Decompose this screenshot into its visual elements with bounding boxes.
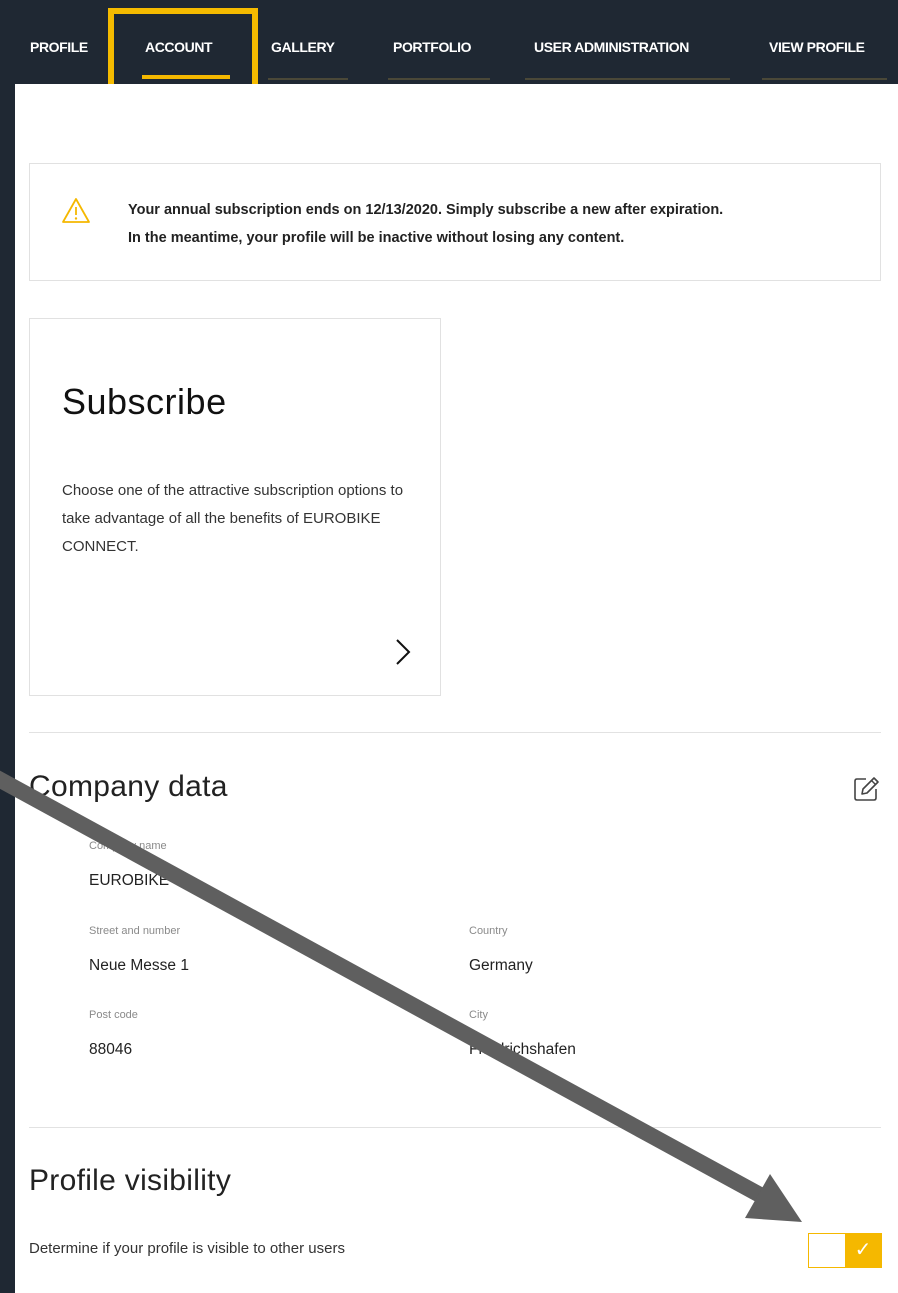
profile-visibility-heading: Profile visibility: [29, 1164, 232, 1197]
tab-underline: [268, 78, 348, 80]
postcode-value: 88046: [89, 1041, 133, 1058]
city-value: Friedrichshafen: [469, 1041, 576, 1058]
city-label: City: [469, 1009, 488, 1021]
tab-view-profile[interactable]: VIEW PROFILE: [769, 36, 865, 58]
country-value: Germany: [469, 957, 533, 974]
street-value: Neue Messe 1: [89, 957, 189, 974]
profile-visibility-toggle[interactable]: ✓: [808, 1233, 882, 1268]
notice-line-1: Your annual subscription ends on 12/13/2…: [128, 202, 724, 218]
tab-gallery[interactable]: GALLERY: [271, 36, 335, 58]
warning-icon: [62, 198, 90, 223]
tab-underline: [388, 78, 490, 80]
company-name-value: EUROBIKE: [89, 872, 170, 889]
checkmark-icon: ✓: [845, 1234, 881, 1267]
notice-message: Your annual subscription ends on 12/13/2…: [128, 196, 868, 252]
tab-portfolio[interactable]: PORTFOLIO: [393, 36, 471, 58]
profile-visibility-description: Determine if your profile is visible to …: [29, 1240, 345, 1257]
section-divider: [29, 732, 881, 733]
chevron-right-icon[interactable]: [394, 637, 412, 667]
subscription-notice: Your annual subscription ends on 12/13/2…: [29, 163, 881, 281]
subscribe-description: Choose one of the attractive subscriptio…: [62, 482, 404, 555]
subscribe-title: Subscribe: [62, 381, 227, 422]
section-divider: [29, 1127, 881, 1128]
tab-underline: [525, 78, 730, 80]
tab-profile[interactable]: PROFILE: [30, 36, 88, 58]
notice-line-2: In the meantime, your profile will be in…: [128, 230, 625, 246]
postcode-label: Post code: [89, 1009, 138, 1021]
company-name-label: Company name: [89, 840, 167, 852]
company-data-heading: Company data: [29, 770, 228, 803]
subscribe-card[interactable]: Subscribe Choose one of the attractive s…: [29, 318, 441, 696]
street-label: Street and number: [89, 925, 181, 937]
annotation-highlight-box: [108, 8, 258, 94]
country-label: Country: [469, 925, 508, 937]
tab-underline: [762, 78, 887, 80]
tab-user-administration[interactable]: USER ADMINISTRATION: [534, 36, 689, 58]
edit-pencil-icon[interactable]: [852, 775, 880, 803]
